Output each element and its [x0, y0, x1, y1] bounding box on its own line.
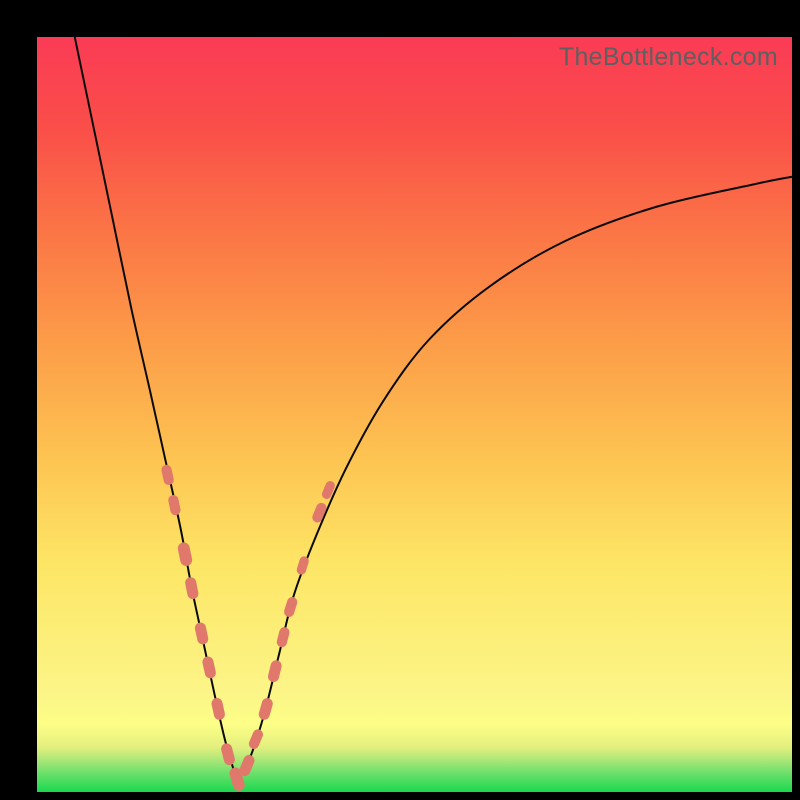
curve-layer — [37, 37, 792, 792]
data-marker — [184, 576, 199, 600]
data-marker — [283, 596, 299, 619]
data-marker — [267, 659, 283, 683]
data-marker — [257, 697, 274, 721]
data-marker — [220, 742, 236, 766]
watermark-text: TheBottleneck.com — [559, 43, 778, 72]
data-marker — [296, 555, 311, 576]
data-marker — [247, 728, 264, 751]
data-marker — [276, 626, 291, 648]
data-marker — [201, 655, 217, 679]
data-marker — [160, 464, 174, 486]
curve-right-branch — [237, 177, 792, 781]
plot-area: TheBottleneck.com — [37, 37, 792, 792]
markers — [160, 464, 336, 792]
data-marker — [167, 494, 181, 516]
chart-frame: TheBottleneck.com — [0, 0, 800, 800]
data-marker — [210, 697, 226, 721]
data-marker — [194, 621, 209, 645]
data-marker — [177, 541, 193, 567]
data-marker — [321, 480, 337, 501]
